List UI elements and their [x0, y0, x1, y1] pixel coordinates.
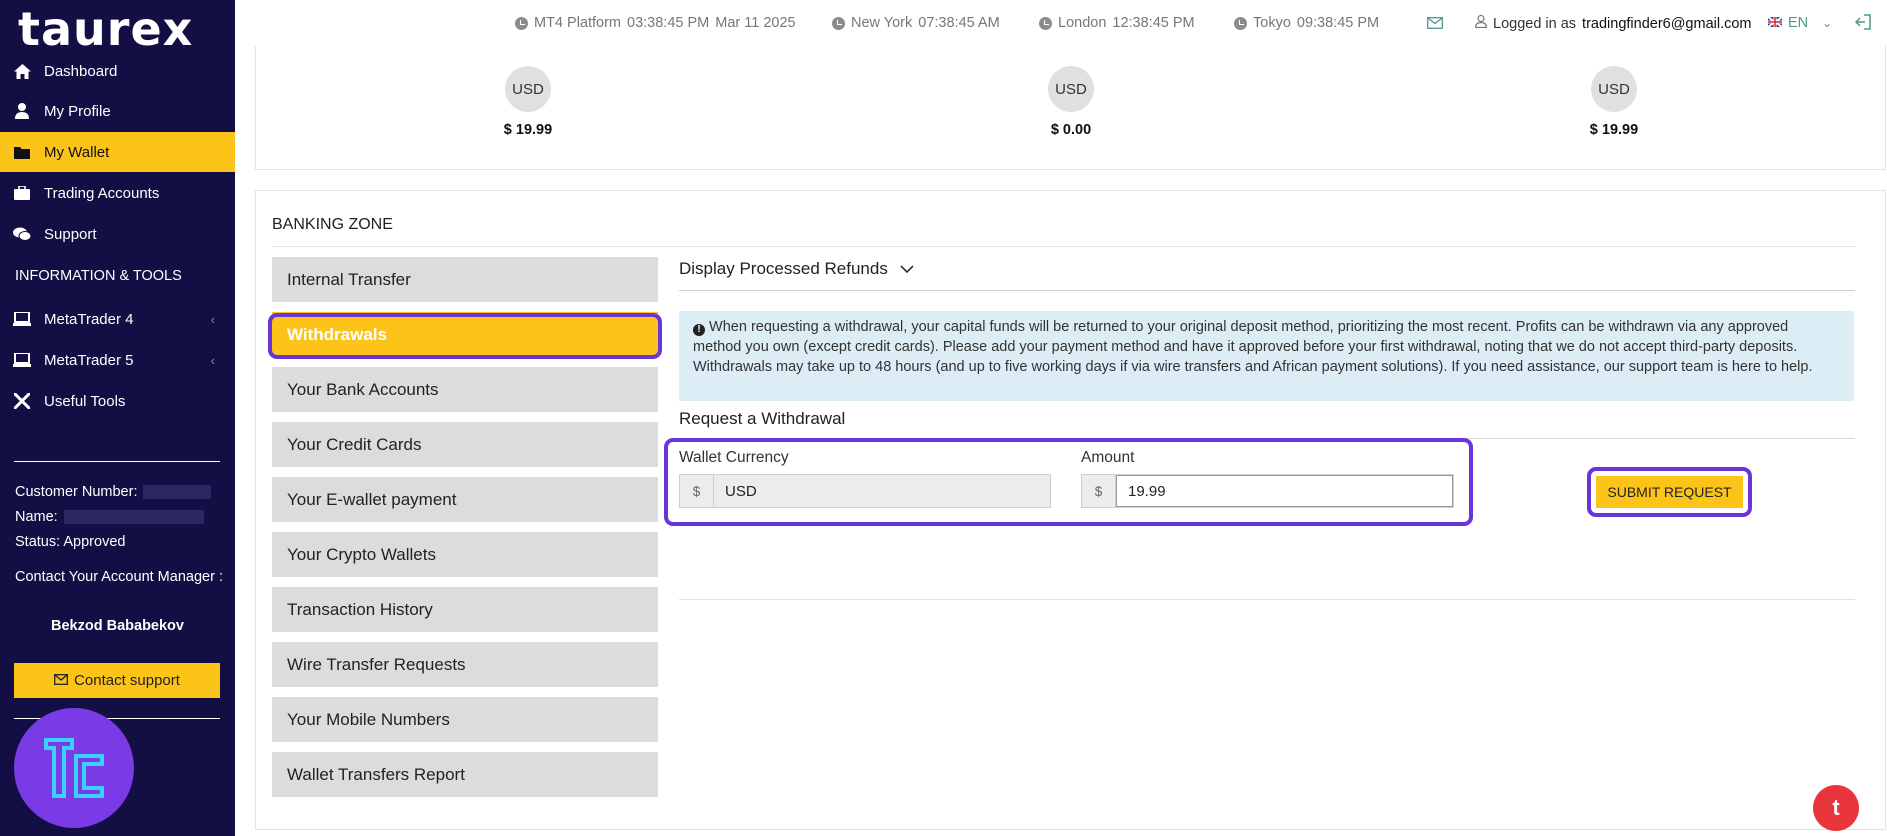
- london-clock: London 12:38:45 PM: [1039, 15, 1195, 31]
- platform-clock: MT4 Platform 03:38:45 PM Mar 11 2025: [515, 15, 796, 31]
- uk-flag-icon: [1767, 15, 1783, 31]
- divider: [679, 290, 1855, 291]
- sidebar-item-trading-accounts[interactable]: Trading Accounts: [0, 173, 235, 213]
- briefcase-icon: [0, 186, 44, 200]
- chevron-left-icon: ‹: [210, 311, 215, 327]
- language-selector[interactable]: EN ⌄: [1767, 15, 1833, 31]
- account-manager-label: Contact Your Account Manager :: [15, 569, 223, 585]
- balance-item: USD $ 19.99: [488, 66, 568, 138]
- contact-support-button[interactable]: Contact support: [14, 663, 220, 698]
- redacted-customer-number: [143, 485, 212, 500]
- mail-icon[interactable]: [1427, 17, 1443, 29]
- withdrawal-info-alert: ! When requesting a withdrawal, your cap…: [679, 311, 1854, 401]
- sidebar-item-label: Support: [44, 225, 97, 243]
- wallet-currency-value: USD: [714, 475, 1050, 507]
- menu-wallet-transfers-report[interactable]: Wallet Transfers Report: [272, 752, 658, 797]
- logged-in-user[interactable]: Logged in as tradingfinder6@gmail.com: [1474, 14, 1752, 32]
- sidebar-item-label: My Profile: [44, 102, 111, 120]
- chat-widget-button[interactable]: t: [1813, 785, 1859, 831]
- user-icon: [0, 103, 44, 119]
- menu-internal-transfer[interactable]: Internal Transfer: [272, 257, 658, 302]
- account-manager-name: Bekzod Bababekov: [51, 618, 184, 634]
- logout-icon[interactable]: [1855, 14, 1871, 30]
- sidebar-item-dashboard[interactable]: Dashboard: [0, 51, 235, 91]
- divider: [272, 246, 1855, 247]
- taurex-logo[interactable]: taurex: [18, 2, 193, 56]
- wallet-balances-card: USD $ 19.99 USD $ 0.00 USD $ 19.99: [255, 46, 1886, 170]
- request-withdrawal-title: Request a Withdrawal: [679, 409, 846, 428]
- clock-icon: [832, 16, 845, 30]
- balance-item: USD $ 19.99: [1574, 66, 1654, 138]
- currency-badge: USD: [1591, 66, 1637, 112]
- customer-number: Customer Number:: [15, 484, 212, 500]
- sidebar-item-label: MetaTrader 5: [44, 351, 134, 369]
- envelope-icon: [54, 672, 68, 689]
- wallet-currency-field[interactable]: $ USD: [679, 474, 1051, 508]
- amount-label: Amount: [1081, 449, 1135, 466]
- clock-icon: [1234, 16, 1247, 30]
- sidebar-item-label: Dashboard: [44, 62, 118, 80]
- banking-zone-title: BANKING ZONE: [272, 216, 393, 233]
- new-york-clock: New York 07:38:45 AM: [832, 15, 1000, 31]
- banking-zone-card: BANKING ZONE Internal Transfer Withdrawa…: [255, 190, 1886, 830]
- balance-amount: $ 19.99: [1589, 122, 1639, 138]
- chevron-left-icon: ‹: [210, 352, 215, 368]
- sidebar-item-support[interactable]: Support: [0, 214, 235, 254]
- sidebar-divider: [14, 461, 220, 462]
- home-icon: [0, 63, 44, 79]
- withdrawals-highlight: [268, 313, 662, 359]
- sidebar-item-metatrader4[interactable]: MetaTrader 4 ‹: [0, 299, 235, 339]
- sidebar-item-metatrader5[interactable]: MetaTrader 5 ‹: [0, 340, 235, 380]
- currency-badge: USD: [1048, 66, 1094, 112]
- balance-amount: $ 19.99: [503, 122, 553, 138]
- sidebar-item-label: Useful Tools: [44, 392, 126, 410]
- laptop-icon: [0, 312, 44, 326]
- chevron-down-icon: [900, 259, 914, 279]
- folder-icon: [0, 146, 44, 159]
- clock-icon: [515, 16, 528, 30]
- sidebar-item-label: MetaTrader 4: [44, 310, 134, 328]
- currency-badge: USD: [505, 66, 551, 112]
- sidebar-item-label: My Wallet: [44, 143, 110, 161]
- submit-request-button[interactable]: SUBMIT REQUEST: [1596, 476, 1743, 508]
- divider: [679, 599, 1855, 600]
- sidebar-item-my-wallet[interactable]: My Wallet: [0, 132, 235, 172]
- menu-ewallet-payment[interactable]: Your E-wallet payment: [272, 477, 658, 522]
- amount-input[interactable]: $ 19.99: [1081, 474, 1454, 508]
- dollar-addon: $: [1082, 475, 1116, 507]
- menu-crypto-wallets[interactable]: Your Crypto Wallets: [272, 532, 658, 577]
- menu-transaction-history[interactable]: Transaction History: [272, 587, 658, 632]
- chevron-down-icon: ⌄: [1822, 16, 1833, 30]
- wallet-currency-label: Wallet Currency: [679, 449, 789, 466]
- dollar-addon: $: [680, 475, 714, 507]
- clock-icon: [1039, 16, 1052, 30]
- chat-icon: [0, 227, 44, 241]
- info-icon: !: [693, 324, 705, 336]
- menu-bank-accounts[interactable]: Your Bank Accounts: [272, 367, 658, 412]
- tools-icon: [0, 393, 44, 409]
- menu-credit-cards[interactable]: Your Credit Cards: [272, 422, 658, 467]
- tradingfinder-logo-icon: [14, 708, 134, 828]
- display-processed-refunds-toggle[interactable]: Display Processed Refunds: [679, 259, 914, 279]
- customer-name: Name:: [15, 509, 204, 525]
- balance-amount: $ 0.00: [1050, 122, 1092, 138]
- sidebar-item-label: Trading Accounts: [44, 184, 160, 202]
- redacted-customer-name: [63, 510, 204, 525]
- tokyo-clock: Tokyo 09:38:45 PM: [1234, 15, 1379, 31]
- menu-wire-transfer-requests[interactable]: Wire Transfer Requests: [272, 642, 658, 687]
- menu-mobile-numbers[interactable]: Your Mobile Numbers: [272, 697, 658, 742]
- section-title-information-tools: INFORMATION & TOOLS: [15, 268, 182, 284]
- sidebar: taurex Dashboard My Profile My Wallet Tr…: [0, 0, 235, 836]
- balance-item: USD $ 0.00: [1031, 66, 1111, 138]
- amount-value: 19.99: [1116, 475, 1453, 507]
- top-header: MT4 Platform 03:38:45 PM Mar 11 2025 New…: [235, 0, 1887, 46]
- sidebar-item-my-profile[interactable]: My Profile: [0, 91, 235, 131]
- sidebar-item-useful-tools[interactable]: Useful Tools: [0, 381, 235, 421]
- laptop-icon: [0, 353, 44, 367]
- user-outline-icon: [1474, 14, 1488, 32]
- customer-status: Status: Approved: [15, 534, 126, 550]
